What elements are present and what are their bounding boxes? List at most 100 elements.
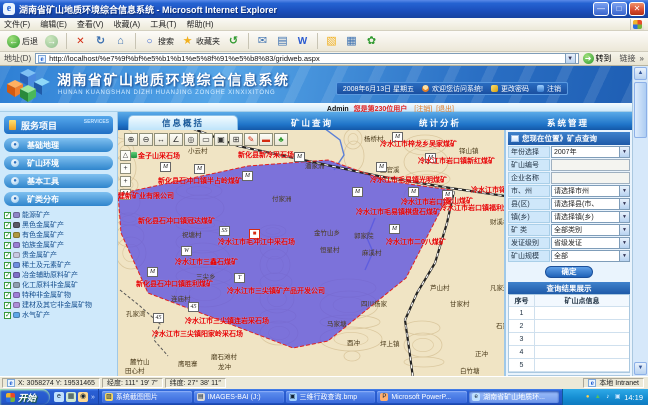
stop-button[interactable]: ✕ bbox=[71, 32, 90, 50]
taskbar-drive-window[interactable]: ▤IMAGES-BAI (J:) bbox=[194, 391, 284, 403]
back-button[interactable]: ←后退 bbox=[4, 32, 41, 50]
maximize-button[interactable]: □ bbox=[611, 2, 627, 16]
layer-checkbox[interactable]: ✓ bbox=[4, 252, 11, 259]
mine-marker[interactable]: M bbox=[376, 162, 387, 172]
query-text-input[interactable] bbox=[551, 172, 630, 184]
address-input[interactable]: e http://localhost/%e7%9f%bf%e5%b1%b1%e5… bbox=[35, 53, 578, 64]
layer-checkbox[interactable]: ✓ bbox=[4, 312, 11, 319]
mine-marker[interactable]: M bbox=[194, 164, 205, 174]
layer-checkbox[interactable]: ✓ bbox=[4, 212, 11, 219]
result-row-0[interactable]: 1 bbox=[509, 307, 629, 320]
menu-item-0[interactable]: 文件(F) bbox=[4, 19, 30, 30]
history-button[interactable]: ↺ bbox=[224, 32, 243, 50]
mine-label[interactable]: 冷水江市毛冲江中采石场 bbox=[218, 237, 295, 247]
layer-item-3[interactable]: ✓铂族金属矿产 bbox=[4, 240, 113, 250]
mine-marker[interactable]: M bbox=[352, 187, 363, 197]
search-button[interactable]: ○搜索 bbox=[140, 32, 177, 50]
plus-b-button[interactable]: + bbox=[120, 176, 131, 187]
tab-2[interactable]: 统计分析 bbox=[386, 115, 494, 130]
mine-marker[interactable]: M bbox=[242, 171, 253, 181]
scroll-down-icon[interactable]: ▼ bbox=[634, 362, 647, 375]
mine-label[interactable]: 冷水江市铎山煤矿 bbox=[471, 185, 505, 195]
volume-icon[interactable]: ♪ bbox=[604, 394, 611, 401]
edit-button[interactable]: W bbox=[293, 32, 312, 50]
mine-marker[interactable]: M bbox=[147, 267, 158, 277]
mine-marker[interactable]: M bbox=[408, 187, 419, 197]
query-text-input[interactable] bbox=[551, 159, 630, 171]
menu-item-4[interactable]: 工具(T) bbox=[150, 19, 176, 30]
sidebar-section-0[interactable]: ●基础地理 bbox=[4, 138, 113, 152]
mine-marker[interactable]: T bbox=[234, 273, 245, 283]
minimize-button[interactable]: — bbox=[593, 2, 609, 16]
network-icon[interactable]: ▣ bbox=[614, 394, 621, 401]
taskbar-ie-window[interactable]: e湖南省矿山地质环... bbox=[469, 391, 559, 403]
query-select[interactable]: 省级发证▼ bbox=[551, 237, 630, 249]
submit-button[interactable]: 确定 bbox=[545, 266, 593, 278]
quicklaunch-more-icon[interactable]: » bbox=[91, 394, 95, 401]
print-button[interactable]: ▤ bbox=[273, 32, 292, 50]
mine-label[interactable]: 冷水江市岩口镇新红煤矿 bbox=[418, 156, 495, 166]
layer-checkbox[interactable]: ✓ bbox=[4, 262, 11, 269]
layer-item-9[interactable]: ✓建材及其它非金属矿物 bbox=[4, 300, 113, 310]
mine-label[interactable]: 冷水江市三尖镇矿产品开发公司 bbox=[227, 286, 325, 296]
mine-marker[interactable]: 45 bbox=[188, 302, 199, 312]
layer-item-6[interactable]: ✓冶金辅助原料矿产 bbox=[4, 270, 113, 280]
shield-icon[interactable]: ▲ bbox=[594, 394, 601, 401]
mine-marker[interactable]: M bbox=[389, 224, 400, 234]
layer-checkbox[interactable]: ✓ bbox=[4, 232, 11, 239]
menu-item-5[interactable]: 帮助(H) bbox=[186, 19, 213, 30]
query-select[interactable]: 请选择镇(乡)▼ bbox=[551, 211, 630, 223]
select-region-tool[interactable]: ▣ bbox=[214, 133, 228, 146]
links-more-icon[interactable]: » bbox=[640, 54, 644, 63]
forward-button[interactable]: → bbox=[42, 32, 61, 50]
query-select[interactable]: 2007年▼ bbox=[551, 146, 630, 158]
pan-tool[interactable]: ↔ bbox=[154, 133, 168, 146]
logout-link[interactable]: 注销 bbox=[537, 84, 561, 94]
mine-marker[interactable]: M bbox=[294, 152, 305, 162]
mine-label[interactable]: 冷水江市二0八煤矿 bbox=[386, 237, 446, 247]
mine-marker[interactable]: 45 bbox=[153, 313, 164, 323]
zoom-in-tool[interactable]: ⊕ bbox=[124, 133, 138, 146]
mine-label[interactable]: 新化县石冲口镇胜利煤矿 bbox=[136, 279, 213, 289]
taskbar-folder-window[interactable]: ▨系统截图图片 bbox=[102, 391, 192, 403]
result-row-4[interactable]: 5 bbox=[509, 359, 629, 372]
menu-item-3[interactable]: 收藏(A) bbox=[114, 19, 141, 30]
overview-button[interactable]: △ bbox=[120, 150, 131, 161]
mail-button[interactable]: ✉ bbox=[253, 32, 272, 50]
vegetation-tool[interactable]: ♣ bbox=[274, 133, 288, 146]
tab-0[interactable]: 信息概括 bbox=[128, 115, 238, 130]
map-viewport[interactable]: ⊕⊖↔∠◎▭▣⊞✎▬♣ △++M 小云村杨桥村铎山镇潘家洲上官溪付家洲财溪村祝塘… bbox=[118, 130, 505, 376]
tools-button[interactable]: ▦ bbox=[342, 32, 361, 50]
layer-checkbox[interactable]: ✓ bbox=[4, 282, 11, 289]
tab-3[interactable]: 系统管理 bbox=[514, 115, 622, 130]
go-button[interactable]: ➜ 转到 bbox=[583, 53, 612, 64]
mine-marker[interactable]: W bbox=[181, 246, 192, 256]
sidebar-section-3[interactable]: ●矿类分布 bbox=[4, 192, 113, 206]
messenger-button[interactable]: ✿ bbox=[362, 32, 381, 50]
measure-tool[interactable]: ∠ bbox=[169, 133, 183, 146]
change-password-link[interactable]: 更改密码 bbox=[491, 84, 529, 94]
menu-item-2[interactable]: 查看(V) bbox=[77, 19, 104, 30]
favorites-button[interactable]: ★收藏夹 bbox=[178, 32, 223, 50]
layer-item-0[interactable]: ✓能源矿产 bbox=[4, 210, 113, 220]
layer-checkbox[interactable]: ✓ bbox=[4, 302, 11, 309]
close-button[interactable]: ✕ bbox=[629, 2, 645, 16]
result-row-3[interactable]: 4 bbox=[509, 346, 629, 359]
zoom-window-tool[interactable]: ⊞ bbox=[229, 133, 243, 146]
folder-button[interactable]: ▧ bbox=[322, 32, 341, 50]
media-player-quicklaunch-icon[interactable]: ◉ bbox=[78, 392, 88, 402]
mine-label[interactable]: 新化县石冲口镇冠达煤矿 bbox=[138, 216, 215, 226]
erase-tool[interactable]: ▬ bbox=[259, 133, 273, 146]
page-scrollbar[interactable]: ▲ ▼ bbox=[632, 66, 648, 376]
menu-item-1[interactable]: 编辑(E) bbox=[40, 19, 67, 30]
result-row-2[interactable]: 3 bbox=[509, 333, 629, 346]
layer-item-5[interactable]: ✓稀土及元素矿产 bbox=[4, 260, 113, 270]
mine-label[interactable]: 冷水江市毛易镇棋盘石煤矿 bbox=[356, 207, 440, 217]
mine-label[interactable]: 冷水江市三尖镇阳家岭采石场 bbox=[152, 329, 243, 339]
mine-marker[interactable]: SS bbox=[219, 226, 230, 236]
taskbar-image-window[interactable]: ▣三维行政查询.bmp bbox=[286, 391, 376, 403]
layer-item-1[interactable]: ✓黑色金属矿产 bbox=[4, 220, 113, 230]
address-dropdown-icon[interactable]: ▼ bbox=[565, 53, 576, 64]
mine-label[interactable]: 新化县石冲口镇半占岭煤矿 bbox=[158, 176, 242, 186]
layer-checkbox[interactable]: ✓ bbox=[4, 292, 11, 299]
